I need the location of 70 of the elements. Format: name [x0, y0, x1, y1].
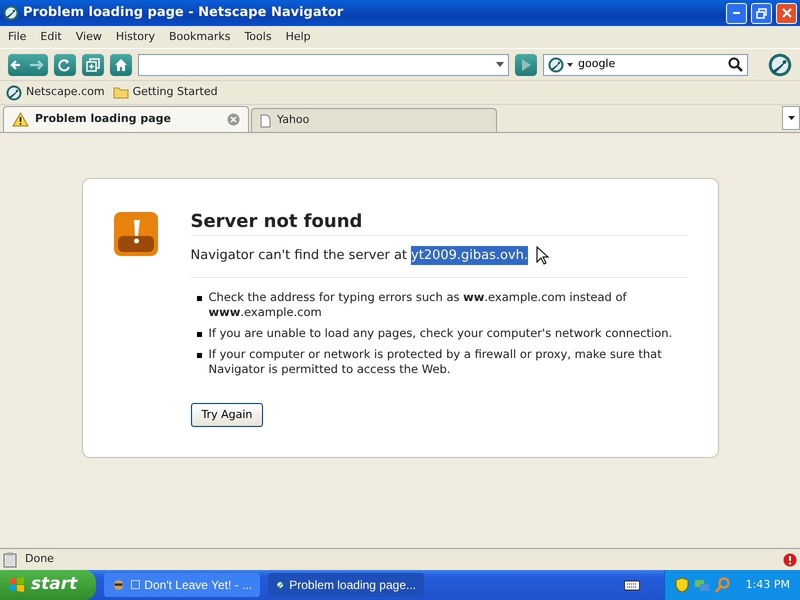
search-bar[interactable]: google	[543, 54, 748, 76]
shield-icon	[674, 577, 689, 593]
tab-label: Yahoo	[277, 112, 310, 128]
start-label: start	[31, 573, 78, 596]
alert-icon	[112, 211, 158, 257]
magnifier-icon	[714, 577, 731, 593]
reload-button[interactable]	[54, 54, 76, 76]
menu-item[interactable]: Bookmarks	[162, 28, 238, 46]
arrows-icon	[10, 58, 46, 72]
menu-item[interactable]: Tools	[238, 28, 280, 46]
suggestion-text: Check the address for typing errors such as ww.example.com instead of www.example.com	[208, 290, 628, 320]
bookmark-label: Getting Started	[132, 84, 218, 100]
close-icon	[782, 8, 792, 18]
menu-item[interactable]: View	[70, 28, 110, 46]
bookmark-label: Netscape.com	[26, 84, 105, 100]
taskbar-button[interactable]: ☐ Don't Leave Yet! - ...	[104, 573, 260, 597]
suggestion-text: If you are unable to load any pages, check your computer's network connection.	[208, 326, 672, 341]
tab[interactable]: Yahoo	[251, 108, 497, 132]
status-text: Done	[25, 551, 55, 568]
error-title: Server not found	[190, 211, 688, 236]
suggestion-text: If your computer or network is protected by a firewall or proxy, make sure that Navigator is permitted to access the Web.	[208, 346, 663, 377]
restore-button[interactable]	[751, 2, 772, 24]
clipboard-icon	[3, 552, 17, 568]
bullet-icon	[196, 332, 202, 337]
dropdown-icon[interactable]	[496, 62, 504, 68]
bullet-icon	[196, 352, 202, 358]
minimize-button[interactable]	[726, 2, 747, 24]
folder-icon	[112, 86, 129, 99]
network-icon	[694, 577, 710, 593]
home-button[interactable]	[110, 54, 132, 76]
menu-item[interactable]: History	[110, 28, 163, 46]
go-button[interactable]	[515, 54, 537, 76]
menu-item[interactable]: Edit	[34, 28, 70, 46]
bookmark-link[interactable]: Netscape.com	[6, 84, 105, 101]
keyboard-icon	[624, 579, 640, 591]
restore-icon	[756, 8, 767, 18]
close-button[interactable]	[776, 2, 797, 24]
new-tab-button[interactable]	[82, 54, 104, 76]
window-title: Problem loading page - Netscape Navigator	[23, 4, 344, 22]
error-icon	[783, 552, 797, 566]
taskbar-label: Problem loading page...	[289, 577, 416, 594]
minimize-icon	[733, 12, 740, 14]
home-icon	[114, 58, 128, 72]
tab-list-button[interactable]	[782, 106, 800, 130]
page-icon	[260, 114, 271, 128]
warning-icon	[12, 112, 29, 127]
try-again-button[interactable]: Try Again	[190, 402, 264, 428]
new-tab-icon	[86, 58, 100, 72]
selected-text: yt2009.gibas.ovh.	[411, 246, 528, 266]
tab[interactable]: Problem loading page	[3, 106, 249, 132]
bookmark-link[interactable]: Getting Started	[112, 84, 218, 101]
taskbar-label: ☐ Don't Leave Yet! - ...	[130, 577, 252, 594]
menu-item[interactable]: File	[2, 28, 34, 46]
windows-logo-icon	[8, 576, 26, 594]
close-tab-icon[interactable]	[227, 113, 240, 126]
tab-label: Problem loading page	[35, 111, 172, 128]
reload-icon	[58, 58, 72, 72]
mouse-pointer-icon	[536, 246, 550, 265]
error-message: Navigator can't find the server at	[190, 246, 408, 265]
app-icon	[112, 577, 125, 593]
back-forward-button[interactable]	[8, 54, 48, 76]
clock-text: 1:43 PM	[746, 576, 790, 593]
dropdown-icon	[788, 116, 794, 120]
address-field[interactable]	[138, 54, 509, 76]
search-icon[interactable]	[728, 57, 743, 72]
bullet-icon	[196, 296, 202, 302]
menu-item[interactable]: Help	[280, 28, 319, 46]
go-arrow-icon	[519, 58, 533, 72]
taskbar-button[interactable]: Problem loading page...	[268, 573, 424, 597]
dropdown-icon	[567, 62, 573, 66]
